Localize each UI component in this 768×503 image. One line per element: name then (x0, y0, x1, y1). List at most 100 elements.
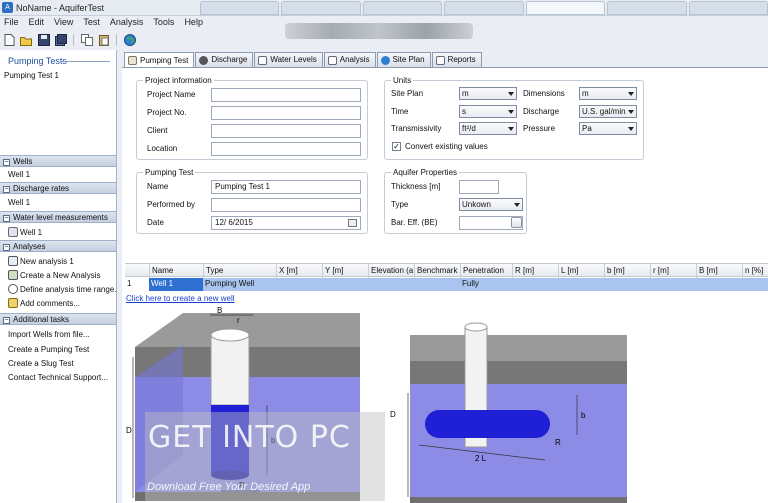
field-label: Project Name (147, 90, 196, 99)
background-tab[interactable] (688, 1, 768, 15)
column-header[interactable]: R [m] (512, 264, 558, 278)
tab-discharge[interactable]: Discharge (195, 52, 254, 67)
background-tab[interactable] (362, 1, 443, 15)
date-picker[interactable]: 12/ 6/2015 (211, 216, 361, 230)
paste-icon[interactable] (97, 34, 110, 47)
menu-help[interactable]: Help (184, 16, 203, 29)
aquifer-type-select[interactable]: Unkown (459, 198, 523, 211)
analysis-item[interactable]: New analysis 1 (0, 255, 116, 268)
row-number-header (125, 264, 149, 278)
save-icon[interactable] (37, 34, 50, 47)
background-tab[interactable] (444, 1, 524, 15)
tab-water-levels[interactable]: Water Levels (254, 52, 323, 67)
well-name-cell[interactable]: Well 1 (149, 278, 203, 291)
menu-file[interactable]: File (4, 16, 19, 29)
project-no-input[interactable] (211, 106, 361, 120)
time-unit-select[interactable]: s (459, 105, 517, 118)
create-new-well-link[interactable]: Click here to create a new well (126, 294, 235, 303)
penetration-cell[interactable]: Fully (460, 278, 512, 291)
menu-edit[interactable]: Edit (29, 16, 45, 29)
column-header[interactable]: L [m] (558, 264, 604, 278)
table-cell[interactable] (276, 278, 460, 291)
column-header[interactable]: b [m] (604, 264, 650, 278)
project-name-input[interactable] (211, 88, 361, 102)
location-input[interactable] (211, 142, 361, 156)
add-comments-link[interactable]: Add comments... (0, 297, 116, 310)
test-name-input[interactable]: Pumping Test 1 (211, 180, 361, 194)
well-type-cell[interactable]: Pumping Well (203, 278, 276, 291)
barometric-efficiency-button[interactable] (511, 217, 522, 228)
column-header[interactable]: Penetration (460, 264, 512, 278)
convert-values-checkbox[interactable]: ✓ (392, 142, 401, 151)
section-wells[interactable]: − Wells (0, 155, 116, 167)
tab-pumping-test[interactable]: Pumping Test (124, 52, 195, 68)
discharge-unit-select[interactable]: U.S. gal/min (579, 105, 637, 118)
left-panel: Pumping Tests Pumping Test 1 − Wells Well… (0, 50, 117, 503)
open-folder-icon[interactable] (20, 34, 33, 47)
column-header[interactable]: X [m] (276, 264, 322, 278)
pumping-test-item[interactable]: Pumping Test 1 (4, 71, 59, 80)
clock-icon (8, 284, 18, 294)
collapse-icon[interactable]: − (3, 244, 10, 251)
background-tab[interactable] (525, 1, 606, 15)
table-row[interactable]: 1 Well 1 Pumping Well Fully (125, 278, 768, 291)
background-browser-tabs (200, 1, 768, 15)
tab-site-plan[interactable]: Site Plan (376, 52, 431, 67)
create-analysis-link[interactable]: Create a New Analysis (0, 269, 116, 282)
horizontal-well-screen (425, 410, 550, 438)
section-additional-tasks[interactable]: − Additional tasks (0, 313, 116, 325)
save-all-icon[interactable] (54, 34, 67, 47)
water-level-item[interactable]: Well 1 (0, 226, 116, 239)
well-item[interactable]: Well 1 (0, 168, 116, 181)
menu-analysis[interactable]: Analysis (110, 16, 144, 29)
create-pumping-test-link[interactable]: Create a Pumping Test (0, 343, 116, 356)
performed-by-input[interactable] (211, 198, 361, 212)
tab-reports[interactable]: Reports (431, 52, 482, 67)
collapse-icon[interactable]: − (3, 317, 10, 324)
column-header[interactable]: Elevation (a (368, 264, 414, 278)
menu-tools[interactable]: Tools (153, 16, 174, 29)
column-header[interactable]: n [%] (742, 264, 768, 278)
table-cell[interactable] (512, 278, 768, 291)
column-header[interactable]: Y [m] (322, 264, 368, 278)
discharge-item[interactable]: Well 1 (0, 196, 116, 209)
globe-icon[interactable] (123, 34, 136, 47)
well-top (464, 322, 488, 332)
column-header[interactable]: r [m] (650, 264, 696, 278)
pressure-unit-select[interactable]: Pa (579, 122, 637, 135)
background-tab[interactable] (281, 1, 361, 15)
tab-analysis[interactable]: Analysis (323, 52, 376, 67)
define-time-range-link[interactable]: Define analysis time range... (0, 283, 116, 296)
client-input[interactable] (211, 124, 361, 138)
menu-view[interactable]: View (54, 16, 73, 29)
field-label: Transmissivity (391, 124, 442, 133)
item-label: Create a New Analysis (20, 271, 101, 280)
collapse-icon[interactable]: − (3, 215, 10, 222)
thickness-input[interactable] (459, 180, 499, 194)
section-discharge-rates[interactable]: − Discharge rates (0, 182, 116, 194)
column-header[interactable]: Name (149, 264, 203, 278)
column-header[interactable]: Type (203, 264, 276, 278)
section-analyses[interactable]: − Analyses (0, 240, 116, 252)
create-slug-test-link[interactable]: Create a Slug Test (0, 357, 116, 370)
chevron-down-icon (514, 203, 520, 207)
background-tab[interactable] (200, 1, 280, 15)
collapse-icon[interactable]: − (3, 186, 10, 193)
item-label: Well 1 (20, 228, 43, 237)
copy-icon[interactable] (80, 34, 93, 47)
section-water-level[interactable]: − Water level measurements (0, 211, 116, 223)
new-file-icon[interactable] (3, 34, 16, 47)
site-plan-unit-select[interactable]: m (459, 87, 517, 100)
collapse-icon[interactable]: − (3, 159, 10, 166)
tab-label: Discharge (211, 55, 248, 64)
transmissivity-unit-select[interactable]: ft²/d (459, 122, 517, 135)
menu-test[interactable]: Test (83, 16, 100, 29)
background-tab[interactable] (607, 1, 687, 15)
dimensions-unit-select[interactable]: m (579, 87, 637, 100)
column-header[interactable]: B [m] (696, 264, 742, 278)
import-wells-link[interactable]: Import Wells from file... (0, 328, 116, 341)
column-header[interactable]: Benchmark [ (414, 264, 460, 278)
contact-support-link[interactable]: Contact Technical Support... (0, 371, 116, 384)
title-bar: A NoName - AquiferTest (0, 0, 768, 16)
calendar-icon[interactable] (348, 219, 357, 227)
